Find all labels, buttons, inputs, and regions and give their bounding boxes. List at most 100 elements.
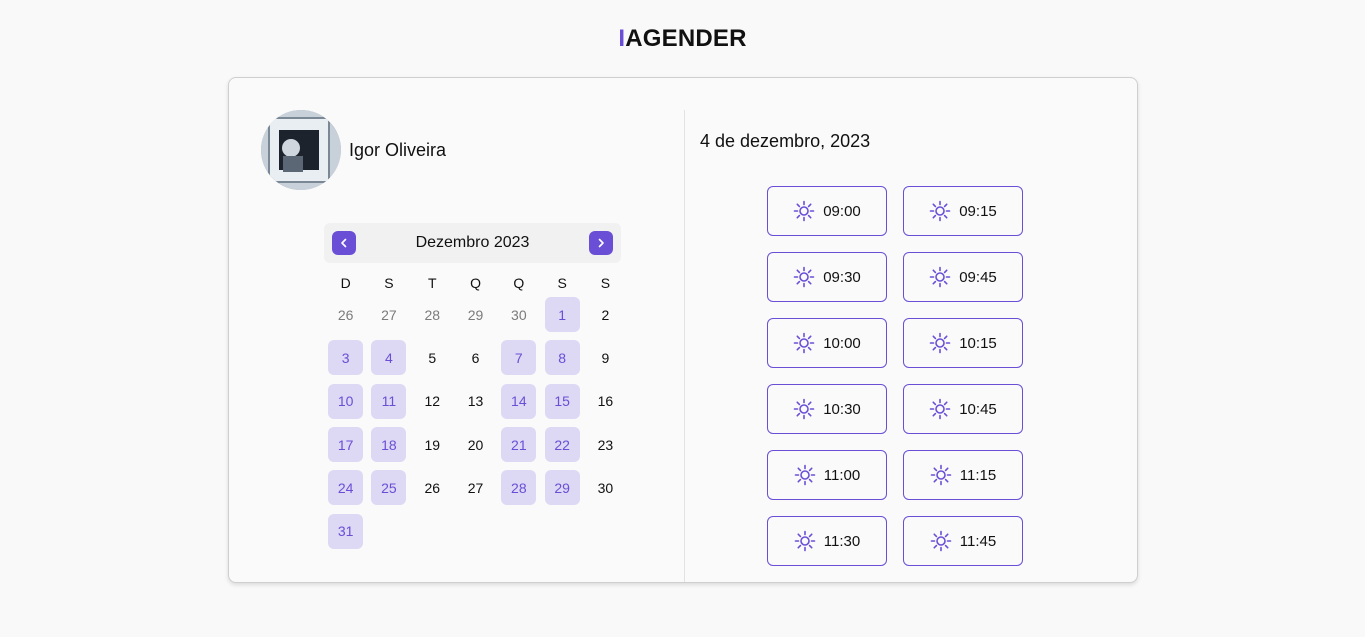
calendar-day[interactable]: 4 <box>367 336 410 379</box>
next-month-button[interactable] <box>589 231 613 255</box>
time-slot-label: 09:45 <box>959 268 997 286</box>
calendar-day[interactable]: 10 <box>324 380 367 423</box>
calendar-day[interactable]: 21 <box>497 423 540 466</box>
calendar-day-label: 16 <box>597 393 614 410</box>
calendar-day[interactable]: 1 <box>540 293 583 336</box>
calendar-day[interactable]: 24 <box>324 466 367 509</box>
booking-card: Igor Oliveira Dezembro 2023 DSTQQSS 26 27… <box>228 77 1138 583</box>
sun-icon <box>930 530 952 552</box>
time-slot-button[interactable]: 10:15 <box>903 318 1023 368</box>
calendar-day-label: 27 <box>467 479 484 496</box>
calendar-day-label: 7 <box>501 340 537 376</box>
calendar-day: 16 <box>584 380 627 423</box>
time-slot-button[interactable]: 11:30 <box>767 516 887 566</box>
calendar-day[interactable]: 3 <box>324 336 367 379</box>
calendar-day-label: 26 <box>424 479 441 496</box>
calendar-day-label: 27 <box>381 306 397 323</box>
calendar-day: 29 <box>454 293 497 336</box>
weekday-label: Q <box>470 275 481 291</box>
calendar-day-label: 29 <box>544 470 580 506</box>
calendar-day[interactable]: 17 <box>324 423 367 466</box>
time-slot-label: 09:00 <box>823 202 861 220</box>
weekday-row: DSTQQSS <box>324 273 621 293</box>
calendar-day[interactable]: 31 <box>324 509 367 552</box>
time-slot-label: 10:30 <box>823 400 861 418</box>
calendar-header: Dezembro 2023 <box>324 223 621 263</box>
calendar-day-label: 5 <box>428 349 437 366</box>
calendar-day[interactable]: 25 <box>367 466 410 509</box>
calendar-day[interactable]: 7 <box>497 336 540 379</box>
calendar-day[interactable]: 15 <box>540 380 583 423</box>
calendar-day[interactable]: 22 <box>540 423 583 466</box>
weekday-label: S <box>384 275 394 291</box>
day-grid: 26 27 28 29 30 1 2 3 4 5 6 7 8 9 10 11 12 13 14 15 16 17 18 19 2… <box>324 293 621 553</box>
calendar-day-label: 6 <box>471 349 480 366</box>
prev-month-button[interactable] <box>332 231 356 255</box>
calendar-day[interactable]: 29 <box>540 466 583 509</box>
calendar-day-label: 9 <box>601 349 610 366</box>
calendar-day[interactable]: 14 <box>497 380 540 423</box>
time-slot-button[interactable]: 11:15 <box>903 450 1023 500</box>
profile: Igor Oliveira <box>261 110 446 190</box>
time-slot-label: 09:30 <box>823 268 861 286</box>
calendar-day-label: 18 <box>371 427 407 463</box>
calendar-day[interactable]: 18 <box>367 423 410 466</box>
avatar <box>261 110 341 190</box>
calendar-day: 28 <box>411 293 454 336</box>
logo-text: AGENDER <box>625 25 747 52</box>
calendar-day-label: 15 <box>544 383 580 419</box>
sun-icon <box>793 200 815 222</box>
calendar-day: 6 <box>454 336 497 379</box>
time-slot-button[interactable]: 10:00 <box>767 318 887 368</box>
calendar-day: 27 <box>367 293 410 336</box>
calendar-day[interactable]: 11 <box>367 380 410 423</box>
sun-icon <box>794 464 816 486</box>
sun-icon <box>794 530 816 552</box>
calendar-day-label: 23 <box>597 436 614 453</box>
calendar-day: 30 <box>497 293 540 336</box>
time-slot-button[interactable]: 09:30 <box>767 252 887 302</box>
calendar-day-label: 24 <box>328 470 364 506</box>
sun-icon <box>929 332 951 354</box>
sun-icon <box>930 464 952 486</box>
time-slot-button[interactable]: 10:45 <box>903 384 1023 434</box>
time-slot-button[interactable]: 10:30 <box>767 384 887 434</box>
time-slot-label: 11:45 <box>959 532 997 550</box>
calendar-day: 27 <box>454 466 497 509</box>
calendar-day-label: 20 <box>467 436 484 453</box>
calendar-day[interactable]: 8 <box>540 336 583 379</box>
time-slot-label: 11:00 <box>823 466 861 484</box>
chevron-right-icon <box>598 238 604 248</box>
calendar-day: 13 <box>454 380 497 423</box>
calendar-day-label: 28 <box>424 306 441 323</box>
time-slot-label: 11:30 <box>823 532 861 550</box>
calendar-day: 20 <box>454 423 497 466</box>
calendar-day-label: 29 <box>467 306 484 323</box>
time-slot-label: 11:15 <box>959 466 997 484</box>
calendar-day: 30 <box>584 466 627 509</box>
calendar-day[interactable]: 28 <box>497 466 540 509</box>
time-slot-button[interactable]: 09:00 <box>767 186 887 236</box>
time-slot-button[interactable]: 11:45 <box>903 516 1023 566</box>
calendar-day-label: 8 <box>544 340 580 376</box>
time-slot-button[interactable]: 09:15 <box>903 186 1023 236</box>
weekday-label: S <box>600 275 611 291</box>
sun-icon <box>929 398 951 420</box>
chevron-left-icon <box>341 238 347 248</box>
calendar-day-label: 21 <box>501 427 537 463</box>
time-slot-label: 10:15 <box>959 334 997 352</box>
calendar-day-label: 3 <box>328 340 364 376</box>
calendar-day: 5 <box>411 336 454 379</box>
calendar-day-label: 17 <box>328 427 364 463</box>
calendar-day: 12 <box>411 380 454 423</box>
month-label: Dezembro 2023 <box>415 234 530 251</box>
profile-name: Igor Oliveira <box>349 139 447 160</box>
avatar-photo <box>261 110 341 190</box>
time-slot-button[interactable]: 09:45 <box>903 252 1023 302</box>
app-logo: IAGENDER <box>0 25 1365 53</box>
calendar-day-label: 4 <box>371 340 407 376</box>
calendar-day: 2 <box>584 293 627 336</box>
calendar-day: 9 <box>584 336 627 379</box>
calendar-day: 23 <box>584 423 627 466</box>
time-slot-button[interactable]: 11:00 <box>767 450 887 500</box>
